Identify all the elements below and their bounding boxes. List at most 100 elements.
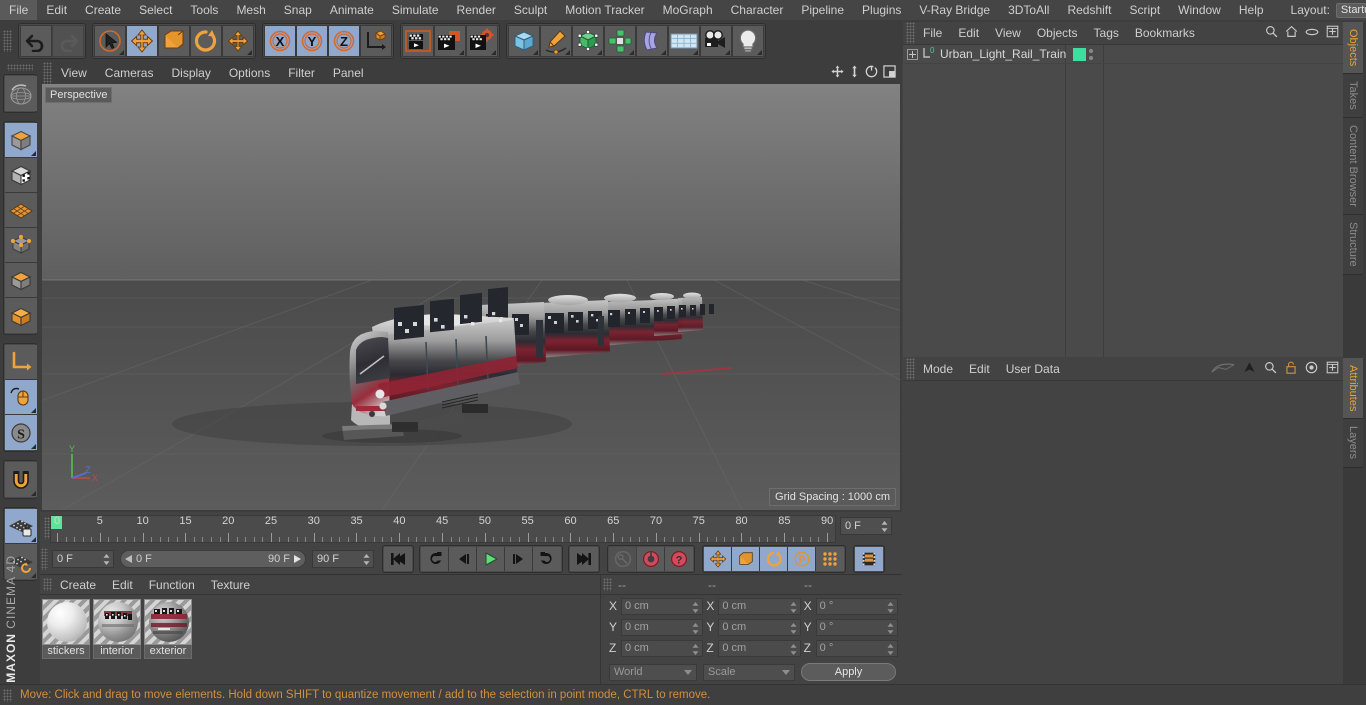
viewport-grip-icon[interactable] — [43, 62, 52, 84]
menu-item-v-ray-bridge[interactable]: V-Ray Bridge — [910, 0, 999, 20]
record-rotation-icon[interactable] — [760, 547, 788, 571]
object-row[interactable]: 0 Urban_Light_Rail_Train — [903, 45, 1343, 64]
viewport-menu-options[interactable]: Options — [220, 62, 279, 84]
next-key-icon[interactable] — [533, 547, 561, 571]
previous-key-icon[interactable] — [421, 547, 449, 571]
right-tab-content-browser[interactable]: Content Browser — [1343, 118, 1363, 215]
menu-item-simulate[interactable]: Simulate — [383, 0, 448, 20]
coordinate-size-field-y[interactable]: 0 cm — [718, 618, 801, 636]
render-settings-icon[interactable] — [466, 25, 498, 57]
home-icon[interactable] — [1285, 25, 1298, 41]
search-icon[interactable] — [1264, 361, 1277, 377]
menu-item-tools[interactable]: Tools — [181, 0, 227, 20]
material-menu-function[interactable]: Function — [141, 575, 203, 595]
dolly-icon[interactable] — [849, 65, 860, 81]
generator-icon[interactable] — [572, 25, 604, 57]
range-left-handle-icon[interactable] — [125, 555, 133, 563]
object-menu-bookmarks[interactable]: Bookmarks — [1127, 22, 1203, 44]
object-menu-tags[interactable]: Tags — [1086, 22, 1127, 44]
menu-item-sculpt[interactable]: Sculpt — [505, 0, 556, 20]
material-menu-texture[interactable]: Texture — [203, 575, 258, 595]
spinner-icon[interactable] — [887, 622, 894, 634]
menu-item-mograph[interactable]: MoGraph — [654, 0, 722, 20]
menu-item-window[interactable]: Window — [1169, 0, 1230, 20]
scale-icon[interactable] — [158, 25, 190, 57]
coordinate-position-field-y[interactable]: 0 cm — [621, 618, 704, 636]
go-to-end-icon[interactable] — [570, 547, 598, 571]
menu-item-redshift[interactable]: Redshift — [1058, 0, 1120, 20]
pan-icon[interactable] — [831, 65, 844, 81]
keyframe-selection-icon[interactable]: ? — [665, 547, 693, 571]
spinner-icon[interactable] — [363, 554, 370, 565]
record-scale-icon[interactable] — [732, 547, 760, 571]
workplane-lock-icon[interactable] — [5, 509, 37, 544]
add-layer-icon[interactable] — [1326, 25, 1339, 41]
toolbar-grip-icon[interactable] — [3, 30, 12, 52]
menu-item-motion-tracker[interactable]: Motion Tracker — [556, 0, 653, 20]
spinner-icon[interactable] — [692, 601, 699, 613]
step-forward-icon[interactable] — [505, 547, 533, 571]
timeline-icon[interactable] — [855, 547, 883, 571]
object-layer-swatch[interactable] — [1073, 47, 1087, 61]
object-tree[interactable]: 0 Urban_Light_Rail_Train — [903, 44, 1343, 357]
left-toolbar-grip-icon[interactable] — [7, 64, 33, 71]
coordinate-rotation-field-x[interactable]: 0 ° — [815, 597, 898, 615]
autokey-icon[interactable] — [609, 547, 637, 571]
search-icon[interactable] — [1265, 25, 1278, 41]
current-frame-field[interactable]: 0 F — [840, 517, 892, 535]
z-axis-icon[interactable]: Z — [328, 25, 360, 57]
coordinate-rotation-field-y[interactable]: 0 ° — [815, 618, 898, 636]
curve-icon[interactable] — [1211, 361, 1235, 377]
edge-mode-icon[interactable] — [5, 263, 37, 298]
viewport-menu-filter[interactable]: Filter — [279, 62, 324, 84]
attribute-menu-mode[interactable]: Mode — [915, 358, 961, 380]
menu-item-script[interactable]: Script — [1120, 0, 1169, 20]
add-icon[interactable] — [1326, 361, 1339, 377]
enable-snap-icon[interactable]: S — [5, 415, 37, 450]
render-region-icon[interactable] — [434, 25, 466, 57]
material-item[interactable]: stickers — [42, 599, 90, 683]
menu-item-snap[interactable]: Snap — [275, 0, 321, 20]
range-right-handle-icon[interactable] — [293, 555, 301, 563]
spinner-icon[interactable] — [103, 554, 110, 565]
menu-item-character[interactable]: Character — [722, 0, 793, 20]
viewport-menu-view[interactable]: View — [52, 62, 96, 84]
coordinate-size-field-x[interactable]: 0 cm — [718, 597, 801, 615]
texture-mode-icon[interactable] — [5, 158, 37, 193]
object-name[interactable]: Urban_Light_Rail_Train — [940, 47, 1066, 61]
material-item[interactable]: interior — [93, 599, 141, 683]
array-icon[interactable] — [604, 25, 636, 57]
right-tab-objects[interactable]: Objects — [1343, 22, 1363, 75]
coordinate-mode-dropdown[interactable]: Scale — [703, 663, 795, 681]
maximize-viewport-icon[interactable] — [883, 65, 896, 81]
material-list[interactable]: stickers interior exterior — [40, 595, 600, 683]
record-parameter-icon[interactable]: P — [788, 547, 816, 571]
menu-item-help[interactable]: Help — [1230, 0, 1273, 20]
frame-end-field[interactable]: 90 F — [312, 550, 374, 568]
redo-icon[interactable] — [52, 25, 84, 57]
material-item[interactable]: exterior — [144, 599, 192, 683]
spinner-icon[interactable] — [692, 643, 699, 655]
frame-start-field[interactable]: 0 F — [52, 550, 114, 568]
layout-dropdown[interactable]: Startup — [1335, 2, 1366, 18]
menu-item-pipeline[interactable]: Pipeline — [792, 0, 853, 20]
record-active-objects-icon[interactable] — [637, 547, 665, 571]
rotate-icon[interactable] — [190, 25, 222, 57]
spinner-icon[interactable] — [881, 521, 888, 532]
camera-icon[interactable] — [700, 25, 732, 57]
point-mode-icon[interactable] — [5, 228, 37, 263]
object-menu-file[interactable]: File — [915, 22, 950, 44]
coordinate-position-field-x[interactable]: 0 cm — [621, 597, 704, 615]
attribute-menu-user-data[interactable]: User Data — [998, 358, 1068, 380]
viewport-3d-scene[interactable]: Perspective Y X Z Grid Spacing: 1000 cm — [42, 84, 900, 510]
record-pla-icon[interactable] — [816, 547, 844, 571]
spinner-icon[interactable] — [692, 622, 699, 634]
light-icon[interactable] — [732, 25, 764, 57]
viewport-menu-cameras[interactable]: Cameras — [96, 62, 163, 84]
attribute-grip-icon[interactable] — [906, 358, 915, 380]
coordinate-rotation-field-z[interactable]: 0 ° — [815, 639, 898, 657]
material-thumbnail[interactable] — [42, 599, 90, 645]
undo-icon[interactable] — [20, 25, 52, 57]
spinner-icon[interactable] — [887, 601, 894, 613]
render-view-icon[interactable] — [402, 25, 434, 57]
